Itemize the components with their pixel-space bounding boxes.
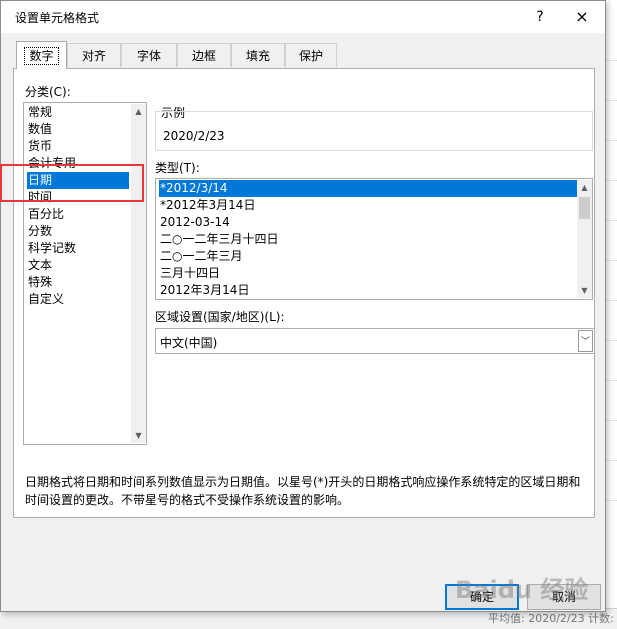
chevron-down-icon[interactable]: ﹀ <box>578 330 593 352</box>
status-text: 平均值: 2020/2/23 计数: 6 <box>488 612 617 625</box>
tab-border[interactable]: 边框 <box>177 43 231 67</box>
category-item[interactable]: 数值 <box>27 121 129 138</box>
type-list[interactable]: *2012/3/14 *2012年3月14日 2012-03-14 二○一二年三… <box>155 178 593 300</box>
watermark: Baidu 经验 <box>455 576 589 604</box>
category-list[interactable]: 常规 数值 货币 会计专用 日期 时间 百分比 分数 科学记数 文本 特殊 自定… <box>23 102 147 445</box>
format-description: 日期格式将日期和时间系列数值显示为日期值。以星号(*)开头的日期格式响应操作系统… <box>25 475 581 507</box>
locale-value: 中文(中国) <box>160 336 218 350</box>
sample-value: 2020/2/23 <box>163 129 225 143</box>
type-item[interactable]: 2012年3月14日 <box>159 282 577 299</box>
tab-protection[interactable]: 保护 <box>285 43 337 67</box>
close-button[interactable]: × <box>564 5 600 29</box>
category-item[interactable]: 分数 <box>27 223 129 240</box>
type-item[interactable]: 二○一二年三月 <box>159 248 577 265</box>
tab-fill[interactable]: 填充 <box>231 43 285 67</box>
type-item[interactable]: *2012年3月14日 <box>159 197 577 214</box>
category-scrollbar[interactable]: ▲ ▼ <box>131 104 146 443</box>
tab-alignment[interactable]: 对齐 <box>67 43 121 67</box>
locale-dropdown[interactable]: 中文(中国) ﹀ <box>155 328 595 354</box>
format-cells-dialog: 设置单元格格式 ? × 数字 对齐 字体 边框 填充 保护 分类(C): 常规 … <box>0 0 606 612</box>
scroll-thumb[interactable] <box>579 197 590 219</box>
dialog-title: 设置单元格格式 <box>15 11 100 25</box>
type-item[interactable]: 二○一二年三月十四日 <box>159 231 577 248</box>
tab-number[interactable]: 数字 <box>16 41 67 69</box>
category-item[interactable]: 自定义 <box>27 291 129 308</box>
type-item[interactable]: 三月十四日 <box>159 265 577 282</box>
scroll-down-icon[interactable]: ▼ <box>131 428 146 443</box>
tab-font[interactable]: 字体 <box>121 43 177 67</box>
scroll-up-icon[interactable]: ▲ <box>131 104 146 119</box>
type-item-selected[interactable]: *2012/3/14 <box>159 180 577 197</box>
category-item[interactable]: 科学记数 <box>27 240 129 257</box>
category-item[interactable]: 货币 <box>27 138 129 155</box>
category-item[interactable]: 特殊 <box>27 274 129 291</box>
title-bar: 设置单元格格式 ? × <box>1 1 605 33</box>
scroll-up-icon[interactable]: ▲ <box>577 180 592 195</box>
type-scrollbar[interactable]: ▲ ▼ <box>577 180 592 298</box>
locale-label: 区域设置(国家/地区)(L): <box>155 310 285 324</box>
scroll-down-icon[interactable]: ▼ <box>577 283 592 298</box>
category-item[interactable]: 百分比 <box>27 206 129 223</box>
type-item[interactable]: 2012-03-14 <box>159 214 577 231</box>
type-label: 类型(T): <box>155 161 200 175</box>
category-label: 分类(C): <box>25 85 71 99</box>
help-button[interactable]: ? <box>527 6 553 28</box>
category-item[interactable]: 文本 <box>27 257 129 274</box>
category-item[interactable]: 常规 <box>27 104 129 121</box>
annotation-highlight <box>0 164 144 202</box>
